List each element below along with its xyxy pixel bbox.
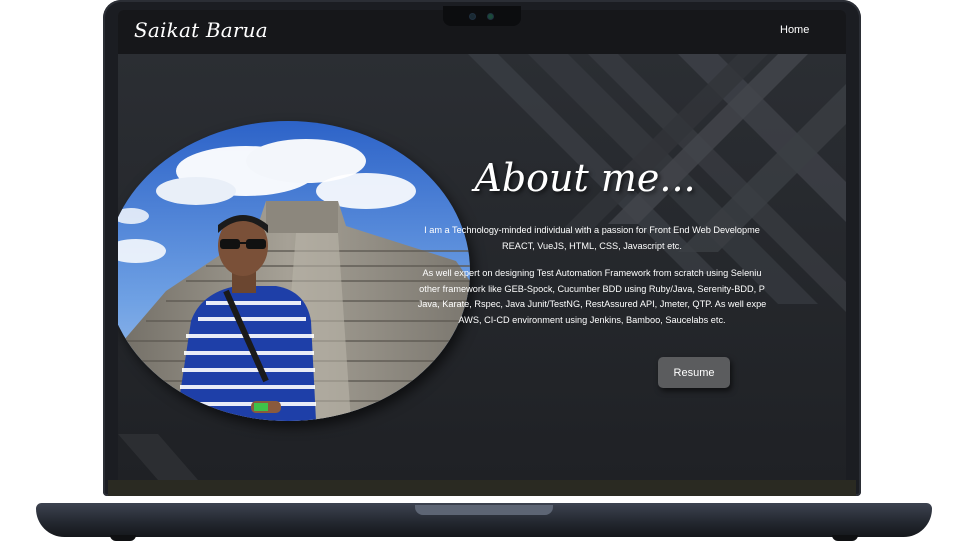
website-screen: Saikat Barua Home About me... I am a Tec…: [118, 10, 846, 480]
nav-home-link[interactable]: Home: [780, 24, 809, 36]
brand-logo[interactable]: Saikat Barua: [134, 18, 268, 42]
paragraph-1-line: I am a Technology-minded individual with…: [424, 225, 760, 235]
laptop-hinge-notch: [415, 505, 553, 515]
paragraph-2-line: AWS, CI-CD environment using Jenkins, Ba…: [458, 314, 726, 325]
resume-button[interactable]: Resume: [658, 357, 730, 388]
camera-light-icon: [488, 14, 493, 19]
paragraph-1-line: REACT, VueJS, HTML, CSS, Javascript etc.: [502, 240, 682, 251]
paragraph-2-line: other framework like GEB-Spock, Cucumber…: [419, 283, 765, 294]
laptop-chin: [108, 480, 856, 496]
laptop-foot-left: [110, 535, 136, 541]
paragraph-2-line: As well expert on designing Test Automat…: [422, 268, 762, 278]
about-paragraph-1: I am a Technology-minded individual with…: [372, 223, 812, 254]
about-paragraph-2: As well expert on designing Test Automat…: [372, 266, 812, 328]
laptop-foot-right: [832, 535, 858, 541]
camera-notch: [443, 6, 521, 26]
paragraph-2-line: Java, Karate, Rspec, Java Junit/TestNG, …: [417, 299, 767, 309]
camera-icon: [470, 14, 475, 19]
about-title: About me...: [474, 156, 696, 200]
